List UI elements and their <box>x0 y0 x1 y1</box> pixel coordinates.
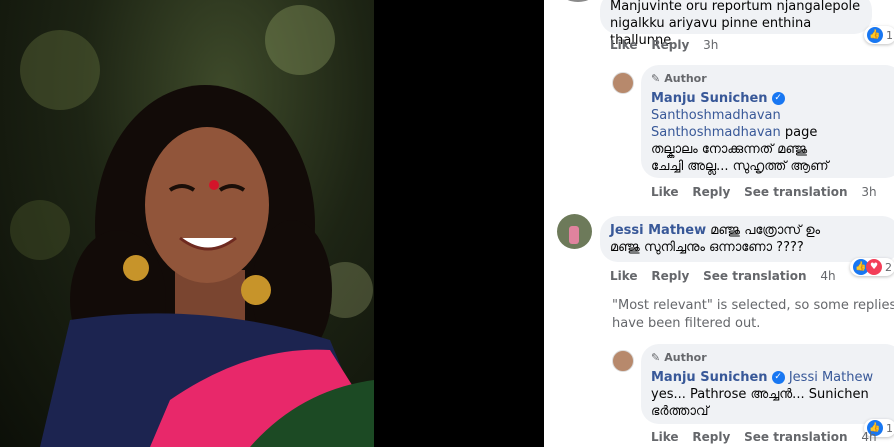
reaction-count: 1 <box>886 28 893 42</box>
reply-link[interactable]: Reply <box>651 269 689 283</box>
mention-link[interactable]: Jessi Mathew <box>789 370 873 385</box>
filter-notice: "Most relevant" is selected, so some rep… <box>612 297 894 333</box>
timestamp[interactable]: 3h <box>703 38 718 52</box>
commenter-name[interactable]: Manju Sunichen <box>651 370 768 385</box>
reaction-count: 2 <box>885 260 892 274</box>
like-link[interactable]: Like <box>651 185 679 199</box>
verified-badge-icon: ✓ <box>771 371 785 384</box>
mention-link[interactable]: Santhoshmadhavan <box>651 107 893 124</box>
reply-text-line1: തല്കാലം നോക്കുന്നത് മഞ്ജു <box>651 142 808 157</box>
timestamp[interactable]: 4h <box>820 269 835 283</box>
reaction-count: 1 <box>886 421 893 435</box>
author-avatar[interactable] <box>612 350 634 372</box>
reply-actions: Like Reply See translation 3h <box>651 185 887 199</box>
author-badge-label: Author <box>664 72 707 85</box>
comments-panel: Manjuvinte oru reportum njangalepole nig… <box>544 0 894 447</box>
woman-portrait-image <box>10 5 374 447</box>
commenter-avatar[interactable] <box>560 0 596 2</box>
author-badge-label: Author <box>664 351 707 364</box>
like-link[interactable]: Like <box>610 269 638 283</box>
commenter-name[interactable]: Jessi Mathew <box>610 223 706 238</box>
reply-link[interactable]: Reply <box>651 38 689 52</box>
verified-badge-icon: ✓ <box>771 92 785 105</box>
post-photo[interactable] <box>0 0 374 447</box>
reply-link[interactable]: Reply <box>692 430 730 444</box>
black-gap <box>374 0 544 447</box>
like-link[interactable]: Like <box>651 430 679 444</box>
reply-text-line1: yes... Pathrose അച്ചൻ... Sunichen <box>651 387 869 402</box>
see-translation-link[interactable]: See translation <box>744 430 847 444</box>
pen-icon: ✎ <box>651 72 661 85</box>
reply-actions: Like Reply See translation 4h <box>651 430 887 444</box>
author-badge: ✎ Author <box>651 70 893 87</box>
like-link[interactable]: Like <box>610 38 638 52</box>
comment-bubble: Manjuvinte oru reportum njangalepole nig… <box>600 0 872 48</box>
filter-notice-line2: have been filtered out. <box>612 316 761 331</box>
comment-bubble: Jessi Mathew മഞ്ജു പത്രോസ് ഉം മഞ്ജു സുനി… <box>600 216 894 262</box>
reply-bubble: ✎ Author Manju Sunichen ✓ Jessi Mathew y… <box>641 344 894 424</box>
reply-text-line2: ചേച്ചി അല്ല... സുഹൃത്ത് ആണ് <box>651 159 829 174</box>
comment-actions: Like Reply 3h <box>610 38 728 52</box>
comment-text-line1: Manjuvinte oru reportum njangalepole <box>610 0 861 14</box>
reply-bubble: ✎ Author Manju Sunichen ✓ Santhoshmadhav… <box>641 65 894 178</box>
comment-text-line2: മഞ്ജു സുനിച്ചനും ഒന്നാണോ ???? <box>610 240 804 255</box>
love-reaction-icon: ♥ <box>866 259 882 275</box>
reaction-summary[interactable]: 👍 ♥ 2 <box>850 258 894 276</box>
mention-link-2[interactable]: Santhoshmadhavan <box>651 125 781 140</box>
comment-actions: Like Reply See translation 4h <box>610 269 846 283</box>
timestamp[interactable]: 4h <box>861 430 876 444</box>
comment-text-line1: മഞ്ജു പത്രോസ് ഉം <box>710 223 821 238</box>
commenter-name[interactable]: Manju Sunichen <box>651 91 768 106</box>
reaction-summary[interactable]: 👍 1 <box>864 26 894 44</box>
timestamp[interactable]: 3h <box>861 185 876 199</box>
see-translation-link[interactable]: See translation <box>744 185 847 199</box>
author-badge: ✎ Author <box>651 349 893 366</box>
pen-icon: ✎ <box>651 351 661 364</box>
filter-notice-line1: "Most relevant" is selected, so some rep… <box>612 298 894 313</box>
like-reaction-icon: 👍 <box>867 27 883 43</box>
reply-link[interactable]: Reply <box>692 185 730 199</box>
mention-suffix: page <box>784 125 818 140</box>
commenter-avatar[interactable] <box>557 214 592 249</box>
author-avatar[interactable] <box>612 72 634 94</box>
reply-text-line2: ഭർത്താവ് <box>651 404 709 419</box>
see-translation-link[interactable]: See translation <box>703 269 806 283</box>
